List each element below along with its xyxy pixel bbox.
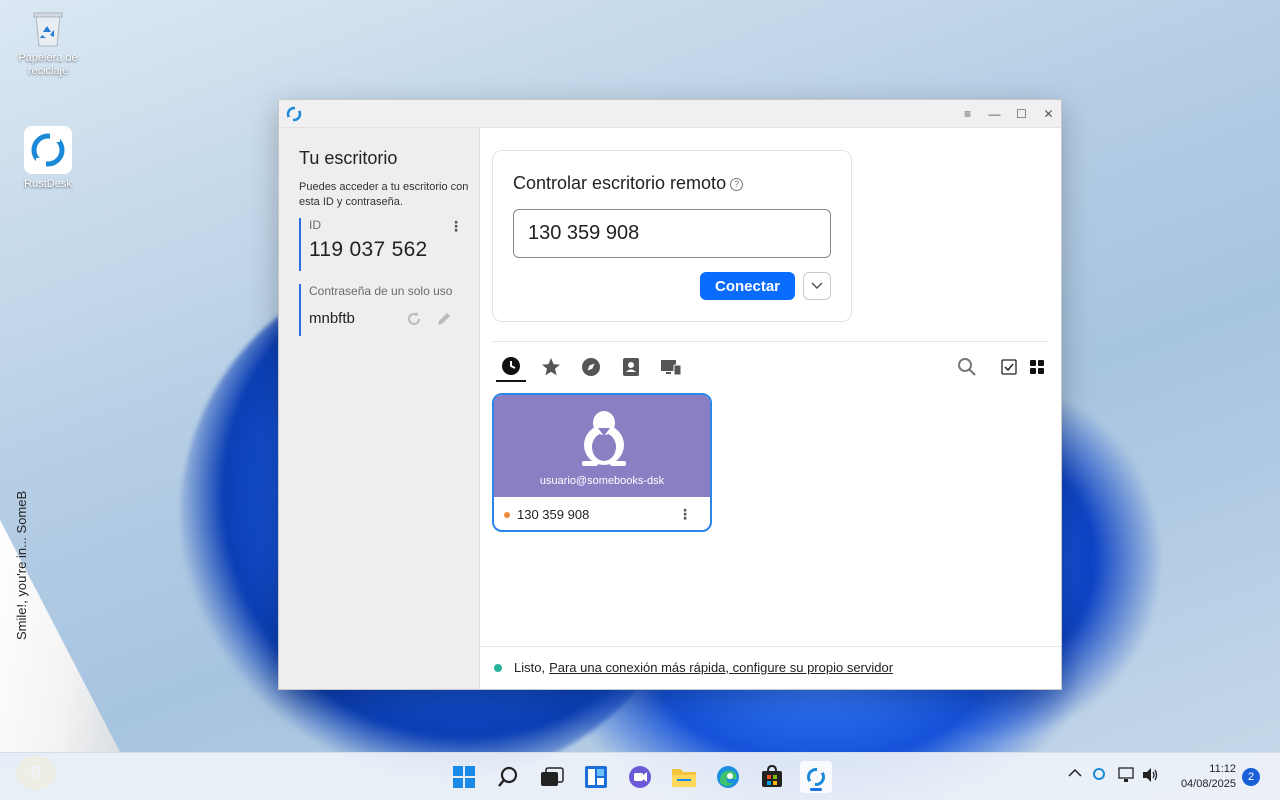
id-block: ID 119 037 562 ⋮ [299, 218, 469, 271]
refresh-password-icon[interactable] [405, 310, 423, 333]
help-icon[interactable]: ? [730, 177, 744, 191]
desktop-icon-label: Papelera de reciclaje [18, 52, 78, 77]
status-bar: Listo, Para una conexión más rápida, conf… [480, 646, 1061, 689]
recycle-bin-icon [30, 8, 66, 48]
connect-card: Controlar escritorio remoto? Conectar [492, 150, 852, 322]
teams-chat-button[interactable] [624, 761, 656, 793]
file-explorer-button[interactable] [668, 761, 700, 793]
notification-badge[interactable]: 2 [1242, 768, 1260, 786]
connect-options-button[interactable] [803, 272, 831, 300]
active-indicator [810, 788, 822, 791]
id-value[interactable]: 119 037 562 [309, 238, 469, 262]
windows-logo-icon [453, 766, 475, 788]
status-text: Listo, Para una conexión más rápida, conf… [514, 660, 894, 675]
folder-icon [672, 769, 696, 787]
rustdesk-tray-icon[interactable] [1092, 767, 1106, 784]
peer-username: usuario@somebooks-dsk [539, 475, 665, 487]
menu-button[interactable]: ≡ [954, 100, 981, 128]
id-options-icon[interactable]: ⋮ [449, 218, 463, 235]
grid-view-button[interactable] [1022, 352, 1052, 382]
desktop-icon-label: RustDesk [24, 178, 72, 190]
clock-date: 04/08/2025 [1180, 778, 1236, 790]
watermark-brand: Smile!, you're in... SomeB [14, 491, 29, 640]
linux-penguin-icon [578, 409, 630, 472]
peer-options-icon[interactable]: ⋮ [678, 506, 692, 523]
clock-icon [502, 357, 520, 375]
edit-password-icon[interactable] [435, 310, 453, 333]
volume-icon[interactable] [1142, 767, 1160, 786]
configure-server-link[interactable]: Para una conexión más rápida, configure … [549, 660, 893, 675]
edge-icon [717, 766, 739, 788]
store-button[interactable] [756, 761, 788, 793]
clock[interactable]: 11:12 04/08/2025 [1181, 762, 1236, 792]
search-icon [958, 358, 976, 376]
peer-card-header: usuario@somebooks-dsk [494, 395, 710, 497]
store-icon [762, 765, 782, 787]
tab-devices[interactable] [656, 352, 686, 382]
task-view-icon [541, 767, 564, 786]
rustdesk-logo-icon [807, 767, 825, 787]
taskbar: 11:12 04/08/2025 2 [0, 752, 1280, 800]
peer-card-footer: 130 359 908 ⋮ [494, 497, 710, 530]
network-icon[interactable] [1118, 767, 1136, 786]
peer-card[interactable]: usuario@somebooks-dsk 130 359 908 ⋮ [492, 393, 712, 532]
status-dot [494, 664, 502, 672]
compass-icon [582, 358, 600, 376]
checkbox-icon [1001, 359, 1017, 375]
show-hidden-icons[interactable] [1068, 767, 1082, 781]
main-panel: Controlar escritorio remoto? Conectar [480, 128, 1061, 689]
password-block: Contraseña de un solo uso mnbftb [299, 284, 469, 336]
section-divider [492, 341, 1049, 342]
taskbar-search-button[interactable] [492, 761, 524, 793]
peer-id: 130 359 908 [517, 507, 590, 522]
search-icon [498, 766, 518, 787]
tab-address-book[interactable] [616, 352, 646, 382]
close-button[interactable]: ✕ [1035, 100, 1062, 128]
devices-icon [661, 360, 682, 376]
connect-button[interactable]: Conectar [700, 272, 795, 300]
maximize-button[interactable]: ☐ [1008, 100, 1035, 128]
connect-card-title: Controlar escritorio remoto? [513, 173, 744, 194]
desktop-icon-rustdesk[interactable]: RustDesk [13, 126, 83, 191]
task-view-button[interactable] [536, 761, 568, 793]
grid-icon [1030, 360, 1044, 374]
your-desktop-panel: Tu escritorio Puedes acceder a tu escrit… [279, 128, 480, 689]
rustdesk-window: ≡ — ☐ ✕ Tu escritorio Puedes acceder a t… [278, 99, 1062, 690]
edge-button[interactable] [712, 761, 744, 793]
clock-time: 11:12 [1209, 763, 1236, 775]
peer-status-dot [504, 512, 510, 518]
start-button[interactable] [448, 761, 480, 793]
remote-id-input[interactable] [513, 209, 831, 258]
search-button[interactable] [952, 352, 982, 382]
id-label: ID [309, 218, 321, 232]
panel-description: Puedes acceder a tu escritorio con esta … [299, 181, 469, 208]
star-icon [542, 358, 560, 376]
rustdesk-logo-icon [24, 126, 72, 174]
minimize-button[interactable]: — [981, 100, 1008, 128]
password-label: Contraseña de un solo uso [309, 284, 453, 298]
chevron-down-icon [811, 282, 823, 290]
widgets-button[interactable] [580, 761, 612, 793]
tab-favorites[interactable] [536, 352, 566, 382]
rustdesk-taskbar-button[interactable] [800, 761, 832, 793]
chat-icon [629, 766, 651, 788]
rustdesk-logo-icon [285, 105, 303, 128]
contact-icon [623, 358, 639, 376]
title-bar[interactable]: ≡ — ☐ ✕ [279, 100, 1061, 128]
tab-discovered[interactable] [576, 352, 606, 382]
select-mode-button[interactable] [994, 352, 1024, 382]
desktop-icon-recycle-bin[interactable]: Papelera de reciclaje [13, 8, 83, 78]
widgets-icon [585, 766, 607, 788]
chevron-up-icon [1068, 768, 1082, 777]
panel-title: Tu escritorio [299, 148, 398, 168]
tab-recent[interactable] [496, 352, 526, 382]
